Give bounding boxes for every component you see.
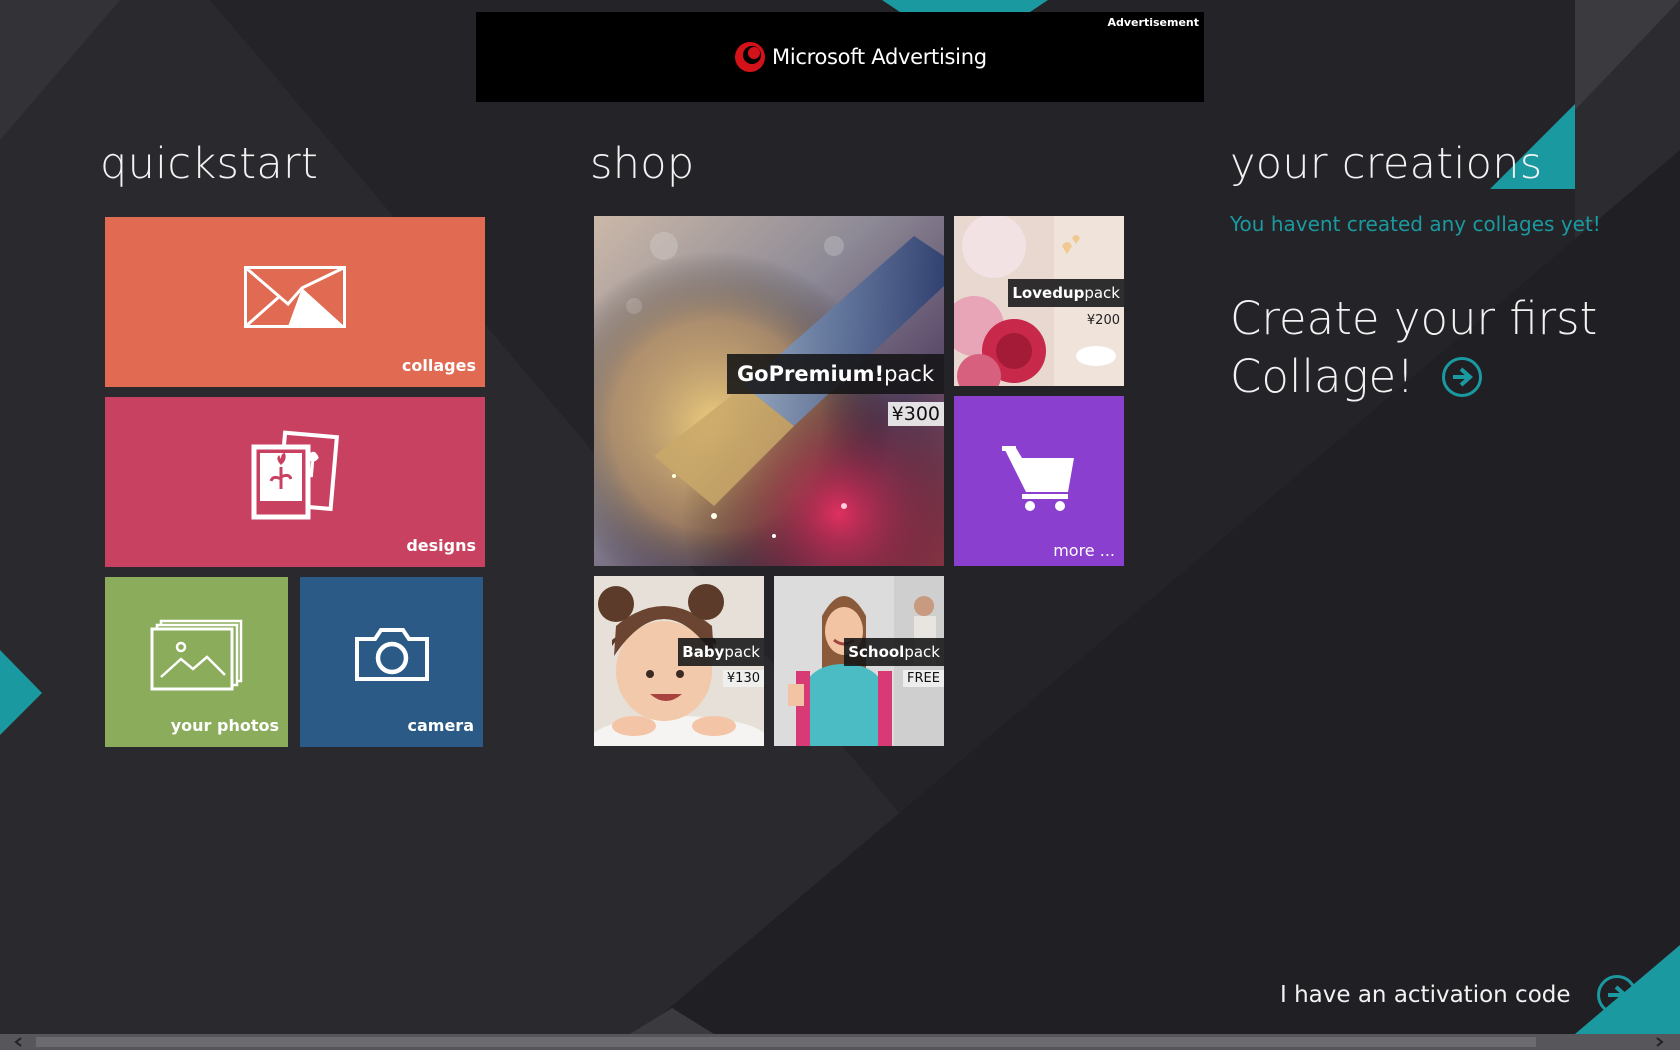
create-collage-arrow-button[interactable] (1442, 357, 1483, 397)
your-photos-label: your photos (170, 716, 279, 735)
scrollbar-thumb[interactable] (36, 1037, 1536, 1047)
collages-label: collages (401, 356, 476, 375)
microsoft-advertising-logo-icon (735, 42, 765, 72)
horizontal-scrollbar[interactable] (0, 1034, 1680, 1050)
shop-title: shop (590, 139, 695, 189)
more-tile[interactable]: more ... (954, 396, 1124, 566)
designs-label: designs (406, 536, 476, 555)
ad-label: Advertisement (1107, 16, 1200, 29)
lovedup-pack-price: ¥200 (1086, 313, 1120, 328)
arrow-right-icon (1453, 367, 1474, 387)
gopremium-pack-suffix: pack (884, 362, 934, 386)
baby-pack-tile[interactable]: Babypack ¥130 (594, 576, 764, 746)
camera-tile[interactable]: camera (300, 577, 483, 747)
your-photos-tile[interactable]: your photos (105, 577, 288, 747)
baby-pack-price: ¥130 (722, 670, 764, 687)
gopremium-pack-tile[interactable]: GoPremium!pack ¥300 (594, 216, 944, 566)
gopremium-pack-name: GoPremium!pack (726, 354, 944, 394)
lovedup-pack-name-bold: Lovedup (1012, 284, 1085, 302)
cta-line-2: Collage! (1230, 350, 1415, 403)
advertisement-banner[interactable]: Advertisement Microsoft Advertising (476, 12, 1204, 102)
school-pack-price: FREE (903, 670, 944, 687)
empty-creations-message: You havent created any collages yet! (1230, 212, 1601, 236)
school-pack-name: Schoolpack (844, 638, 944, 666)
quickstart-title: quickstart (100, 139, 319, 189)
activation-arrow-button[interactable] (1596, 975, 1637, 1015)
scroll-right-icon[interactable] (1654, 1037, 1664, 1047)
school-pack-suffix: pack (904, 643, 940, 661)
cta-line-1: Create your first (1230, 292, 1598, 345)
baby-pack-name-bold: Baby (682, 643, 725, 661)
ad-brand: Microsoft Advertising (732, 40, 987, 74)
school-pack-tile[interactable]: Schoolpack FREE (774, 576, 944, 746)
baby-pack-suffix: pack (724, 643, 760, 661)
collages-tile[interactable]: collages (105, 217, 485, 387)
baby-pack-name: Babypack (678, 638, 764, 666)
camera-label: camera (407, 716, 475, 735)
lovedup-pack-tile[interactable]: Loveduppack ¥200 (954, 216, 1124, 386)
gopremium-pack-name-bold: GoPremium! (736, 362, 885, 386)
photo-frames-icon (251, 430, 340, 520)
arrow-right-icon (1607, 985, 1628, 1005)
designs-tile[interactable]: designs (105, 397, 485, 567)
shopping-cart-icon (1002, 445, 1074, 511)
lovedup-pack-suffix: pack (1084, 284, 1120, 302)
gopremium-pack-price: ¥300 (887, 402, 944, 426)
scroll-left-icon[interactable] (14, 1037, 24, 1047)
camera-icon (354, 628, 429, 682)
lovedup-pack-name: Loveduppack (1008, 279, 1124, 307)
your-creations-title: your creations (1230, 139, 1543, 189)
create-first-collage-link[interactable]: Create your first Collage! (1230, 290, 1630, 406)
school-pack-name-bold: School (848, 643, 905, 661)
activation-code-label: I have an activation code (1280, 982, 1571, 1008)
photos-stack-icon (150, 619, 242, 691)
ad-brand-text: Microsoft Advertising (772, 45, 987, 69)
activation-code-link[interactable]: I have an activation code (1280, 975, 1637, 1015)
more-label: more ... (1053, 541, 1115, 560)
envelope-icon (244, 265, 346, 328)
